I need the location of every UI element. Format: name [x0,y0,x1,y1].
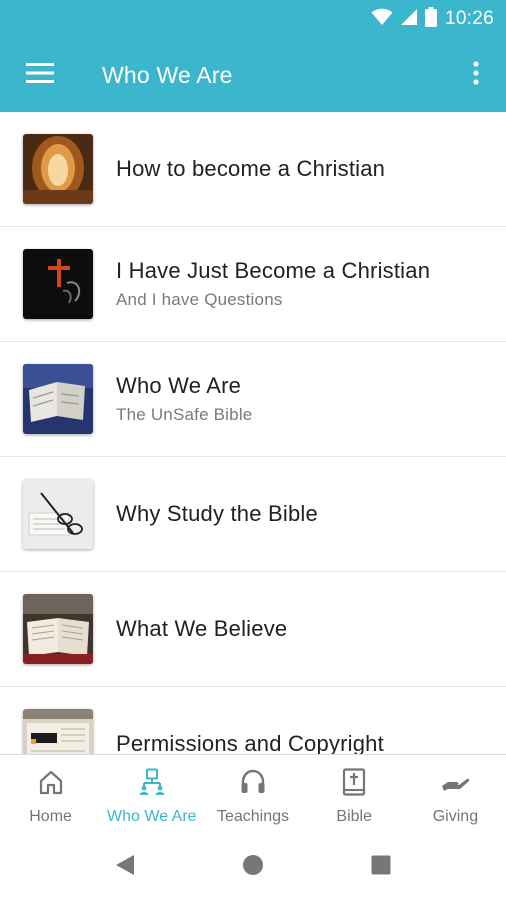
page-title: Who We Are [102,61,233,88]
system-navigation-bar [0,834,506,900]
back-button[interactable] [61,854,189,881]
back-triangle-icon [115,854,135,881]
status-bar: 10:26 [0,0,506,38]
nav-home[interactable]: Home [0,755,101,834]
book-cover-thumbnail [23,709,93,754]
nav-who-we-are-label: Who We Are [107,808,197,825]
list-item-who-we-are[interactable]: Who We Are The UnSafe Bible [0,342,506,457]
recents-button[interactable] [317,855,445,880]
hamburger-menu-icon [26,62,54,88]
recents-square-icon [371,855,391,880]
giving-hand-icon [440,768,470,801]
list-item-title: How to become a Christian [116,156,386,181]
app-bar: Who We Are [0,38,506,112]
list-item-permissions-copyright[interactable]: Permissions and Copyright [0,687,506,754]
list-item-what-we-believe[interactable]: What We Believe [0,572,506,687]
home-system-button[interactable] [189,854,317,881]
battery-icon [424,6,437,32]
cross-thumbnail [23,249,93,319]
status-time: 10:26 [444,8,494,29]
nav-bible[interactable]: Bible [304,755,405,834]
nav-bible-label: Bible [336,808,372,825]
list-item-why-study-bible[interactable]: Why Study the Bible [0,457,506,572]
list-item-title: Why Study the Bible [116,501,318,526]
wifi-icon [371,8,393,31]
headphones-icon [239,768,267,801]
content-list: How to become a Christian I Have Just Be… [0,112,506,754]
bible-icon [340,768,368,801]
glasses-book-thumbnail [23,479,93,549]
list-item-just-become-christian[interactable]: I Have Just Become a Christian And I hav… [0,227,506,342]
home-circle-icon [242,854,264,881]
list-item-title: Permissions and Copyright [116,731,384,754]
nav-who-we-are[interactable]: Who We Are [101,755,202,834]
menu-button[interactable] [0,38,80,112]
nav-giving-label: Giving [432,808,479,825]
list-item-title: Who We Are [116,373,242,398]
open-bible-blue-thumbnail [23,364,93,434]
list-item-subtitle: The UnSafe Bible [116,405,253,424]
signal-icon [400,8,418,31]
home-icon [37,768,65,801]
people-network-icon [138,768,166,801]
open-bible-thumbnail [23,594,93,664]
list-item-title: I Have Just Become a Christian [116,258,431,283]
list-item-subtitle: And I have Questions [116,290,283,309]
list-item-title: What We Believe [116,616,288,641]
nav-giving[interactable]: Giving [405,755,506,834]
empty-tomb-thumbnail [23,134,93,204]
nav-teachings[interactable]: Teachings [202,755,303,834]
nav-teachings-label: Teachings [216,808,290,825]
nav-home-label: Home [29,808,72,825]
more-options-button[interactable] [446,38,506,112]
list-item-how-to-become-christian[interactable]: How to become a Christian [0,112,506,227]
bottom-navigation: Home Who We Are Teachings Bible Giving [0,754,506,834]
more-vert-icon [473,60,479,90]
